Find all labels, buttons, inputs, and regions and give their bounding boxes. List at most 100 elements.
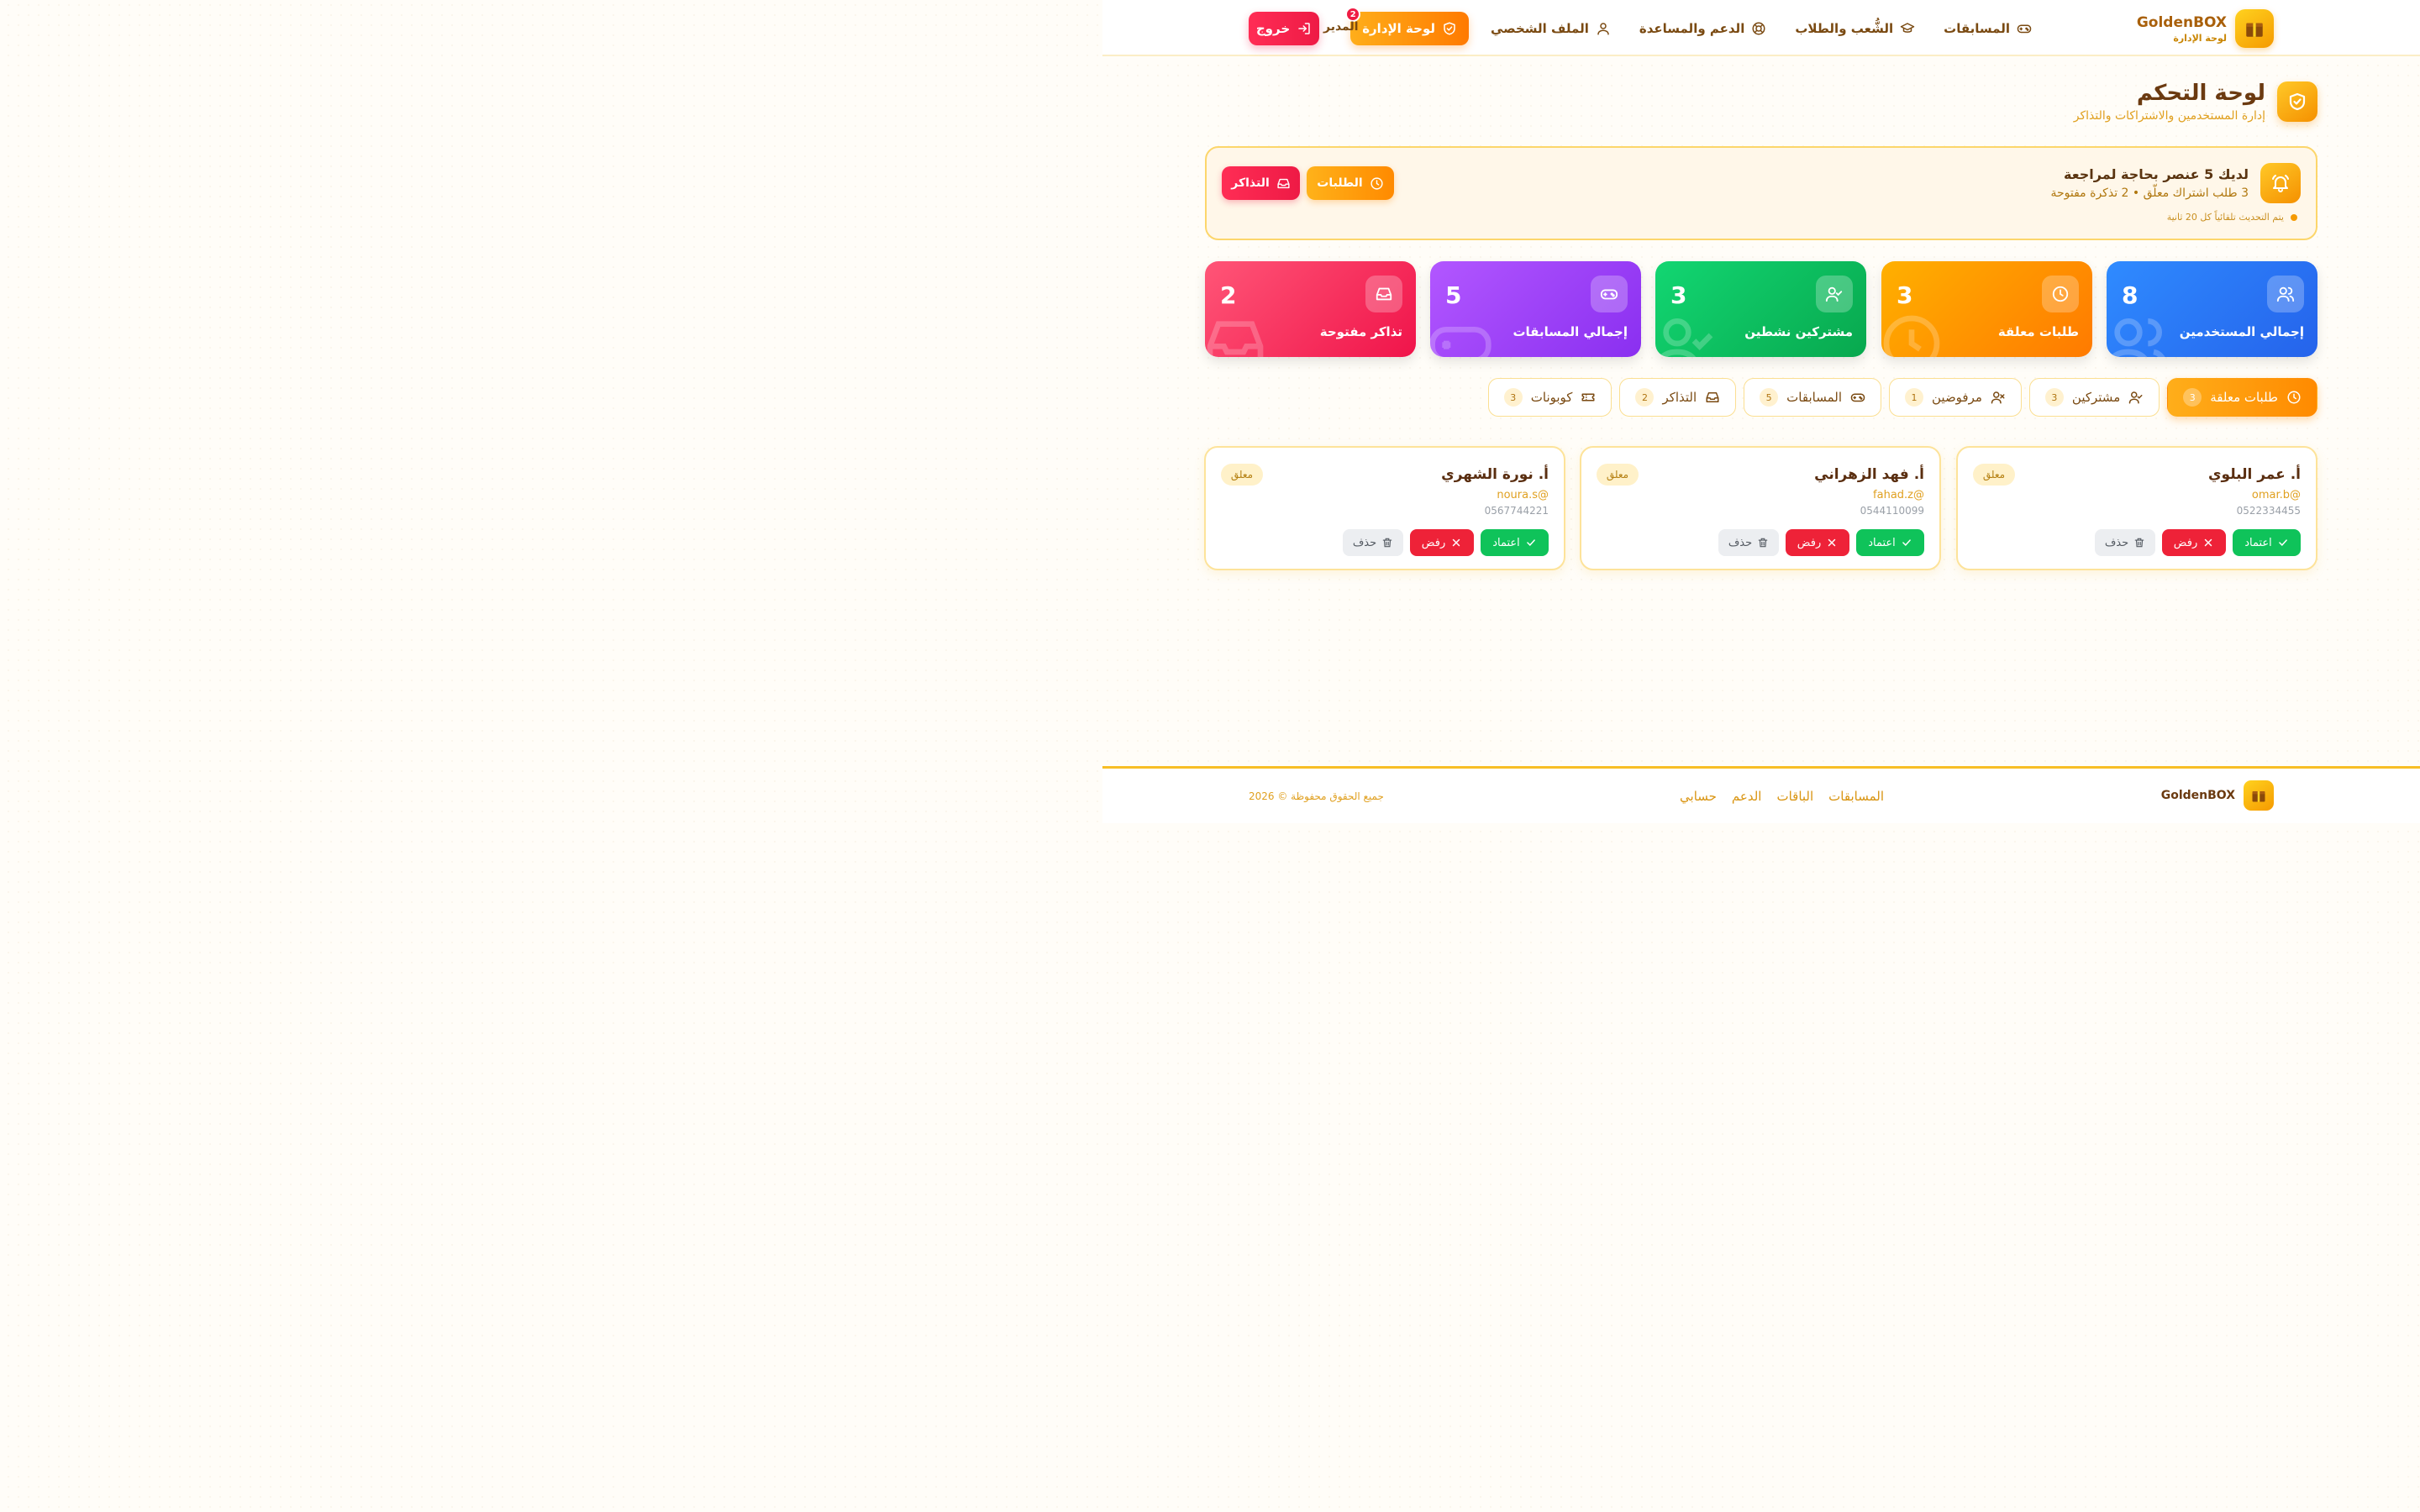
trash-icon bbox=[1757, 537, 1769, 549]
top-navbar: GoldenBOX لوحة الإدارة المسابقات الشُّعب… bbox=[1102, 0, 2420, 56]
footer-brand[interactable]: GoldenBOX bbox=[2161, 780, 2274, 811]
tab-coupons[interactable]: كوبونات 3 bbox=[1487, 378, 1612, 417]
stat-label: إجمالي المسابقات bbox=[1512, 324, 1628, 339]
footer-brand-name: GoldenBOX bbox=[2160, 789, 2235, 802]
stat-label: تذاكر مفتوحة bbox=[1319, 324, 1402, 339]
tab-label: مشتركين bbox=[2071, 390, 2121, 405]
reject-button[interactable]: رفض bbox=[1786, 529, 1849, 556]
reject-button[interactable]: رفض bbox=[2162, 529, 2226, 556]
approve-label: اعتماد bbox=[2244, 536, 2272, 549]
section-tabs: طلبات معلقة 3 مشتركين 3 مرفوضين 1 المساب… bbox=[1487, 378, 2317, 417]
approve-label: اعتماد bbox=[1868, 536, 1896, 549]
tab-count: 3 bbox=[1503, 388, 1523, 407]
inbox-icon bbox=[1365, 276, 1402, 312]
delete-button[interactable]: حذف bbox=[1718, 529, 1779, 556]
user-icon bbox=[1596, 21, 1611, 36]
nav-link-admin-panel[interactable]: لوحة الإدارة 2 bbox=[1345, 7, 1469, 45]
gamepad-ghost-icon bbox=[1430, 310, 1494, 357]
stat-card-active-subscribers[interactable]: 3 مشتركين نشطين bbox=[1655, 261, 1866, 357]
shield-check-icon bbox=[2277, 81, 2317, 122]
nav-links: المسابقات الشُّعب والطلاب الدعم والمساعد… bbox=[1345, 7, 2039, 45]
footer-link-packages[interactable]: الباقات bbox=[1776, 789, 1813, 804]
logout-button[interactable]: خروج bbox=[1249, 12, 1319, 45]
stat-value: 2 bbox=[1220, 281, 1237, 309]
requester-name: أ. عمر البلوي bbox=[2207, 466, 2301, 483]
requester-name: أ. فهد الزهراني bbox=[1814, 466, 1924, 483]
tab-label: المسابقات bbox=[1786, 390, 1842, 405]
shield-check-icon bbox=[1442, 21, 1457, 36]
requests-button[interactable]: الطلبات bbox=[1307, 166, 1394, 200]
page-title: لوحة التحكم bbox=[2136, 81, 2265, 106]
gamepad-icon bbox=[2017, 21, 2032, 36]
nav-link-label: لوحة الإدارة bbox=[1362, 21, 1435, 36]
nav-link-label: الملف الشخصي bbox=[1491, 21, 1589, 36]
request-card: أ. فهد الزهراني fahad.z@ 0544110099 معلق… bbox=[1580, 446, 1941, 570]
footer-links: المسابقات الباقات الدعم حسابي bbox=[1680, 789, 1884, 804]
footer-link-support[interactable]: الدعم bbox=[1732, 789, 1762, 804]
brand[interactable]: GoldenBOX لوحة الإدارة bbox=[2137, 9, 2274, 48]
stat-card-pending-requests[interactable]: 3 طلبات معلقة bbox=[1881, 261, 2092, 357]
close-icon bbox=[1450, 537, 1462, 549]
auto-refresh-note: يتم التحديث تلقائياً كل 20 ثانية bbox=[2167, 212, 2297, 223]
inbox-icon bbox=[1276, 176, 1291, 191]
reject-label: رفض bbox=[2173, 536, 2198, 549]
review-alert-panel: لديك 5 عنصر بحاجة لمراجعة 3 طلب اشتراك م… bbox=[1205, 146, 2317, 240]
requester-phone: 0567744221 bbox=[1484, 505, 1549, 517]
tab-count: 3 bbox=[2183, 388, 2202, 407]
clock-icon bbox=[2042, 276, 2079, 312]
stat-card-open-tickets[interactable]: 2 تذاكر مفتوحة bbox=[1205, 261, 1416, 357]
request-card: أ. نورة الشهري noura.s@ 0567744221 معلق … bbox=[1204, 446, 1565, 570]
check-icon bbox=[1901, 537, 1912, 549]
stat-card-total-competitions[interactable]: 5 إجمالي المسابقات bbox=[1430, 261, 1641, 357]
delete-label: حذف bbox=[1352, 536, 1377, 549]
gamepad-icon bbox=[1591, 276, 1628, 312]
stat-value: 5 bbox=[1445, 281, 1462, 309]
nav-link-classes-students[interactable]: الشُّعب والطلاب bbox=[1788, 12, 1922, 45]
tab-rejected[interactable]: مرفوضين 1 bbox=[1889, 378, 2022, 417]
logout-label: خروج bbox=[1255, 21, 1291, 36]
stat-label: طلبات معلقة bbox=[1997, 324, 2079, 339]
card-actions: اعتماد رفض حذف bbox=[1343, 529, 1549, 556]
tab-tickets[interactable]: التذاكر 2 bbox=[1619, 378, 1737, 417]
tab-competitions[interactable]: المسابقات 5 bbox=[1744, 378, 1881, 417]
nav-link-profile[interactable]: الملف الشخصي bbox=[1484, 12, 1618, 45]
delete-label: حذف bbox=[1728, 536, 1753, 549]
current-user-label: المدير bbox=[1323, 20, 1359, 34]
status-badge: معلق bbox=[1221, 464, 1263, 486]
users-ghost-icon bbox=[2107, 310, 2170, 357]
reject-label: رفض bbox=[1421, 536, 1446, 549]
brand-name: GoldenBOX bbox=[2136, 13, 2227, 31]
footer-link-account[interactable]: حسابي bbox=[1680, 789, 1717, 804]
inbox-ghost-icon bbox=[1205, 310, 1269, 357]
auto-refresh-text: يتم التحديث تلقائياً كل 20 ثانية bbox=[2166, 212, 2284, 223]
approve-button[interactable]: اعتماد bbox=[1856, 529, 1924, 556]
gamepad-icon bbox=[1850, 390, 1865, 405]
reject-button[interactable]: رفض bbox=[1410, 529, 1474, 556]
trash-icon bbox=[2133, 537, 2145, 549]
page-header: لوحة التحكم إدارة المستخدمين والاشتراكات… bbox=[2074, 81, 2317, 123]
alert-subtitle: 3 طلب اشتراك معلّق • 2 تذكرة مفتوحة bbox=[2050, 186, 2249, 200]
tab-label: التذاكر bbox=[1662, 390, 1697, 405]
tickets-button[interactable]: التذاكر bbox=[1222, 166, 1300, 200]
footer-link-competitions[interactable]: المسابقات bbox=[1828, 789, 1884, 804]
delete-button[interactable]: حذف bbox=[2095, 529, 2155, 556]
nav-link-support[interactable]: الدعم والمساعدة bbox=[1633, 12, 1774, 45]
stat-value: 3 bbox=[1670, 281, 1687, 309]
approve-button[interactable]: اعتماد bbox=[2233, 529, 2301, 556]
tab-pending-requests[interactable]: طلبات معلقة 3 bbox=[2167, 378, 2317, 417]
check-icon bbox=[2277, 537, 2289, 549]
status-badge: معلق bbox=[1597, 464, 1639, 486]
tab-label: كوبونات bbox=[1530, 390, 1573, 405]
tab-count: 1 bbox=[1905, 388, 1923, 407]
nav-link-competitions[interactable]: المسابقات bbox=[1937, 12, 2039, 45]
gift-box-logo-icon bbox=[2235, 9, 2274, 48]
stat-card-total-users[interactable]: 8 إجمالي المستخدمين bbox=[2107, 261, 2317, 357]
request-card: أ. عمر البلوي omar.b@ 0522334455 معلق اع… bbox=[1956, 446, 2317, 570]
tab-subscribers[interactable]: مشتركين 3 bbox=[2028, 378, 2160, 417]
requester-phone: 0544110099 bbox=[1860, 505, 1924, 517]
clock-icon bbox=[1370, 176, 1384, 191]
alert-title: لديك 5 عنصر بحاجة لمراجعة bbox=[2064, 166, 2249, 182]
user-check-icon bbox=[1816, 276, 1853, 312]
delete-button[interactable]: حذف bbox=[1343, 529, 1403, 556]
approve-button[interactable]: اعتماد bbox=[1481, 529, 1549, 556]
